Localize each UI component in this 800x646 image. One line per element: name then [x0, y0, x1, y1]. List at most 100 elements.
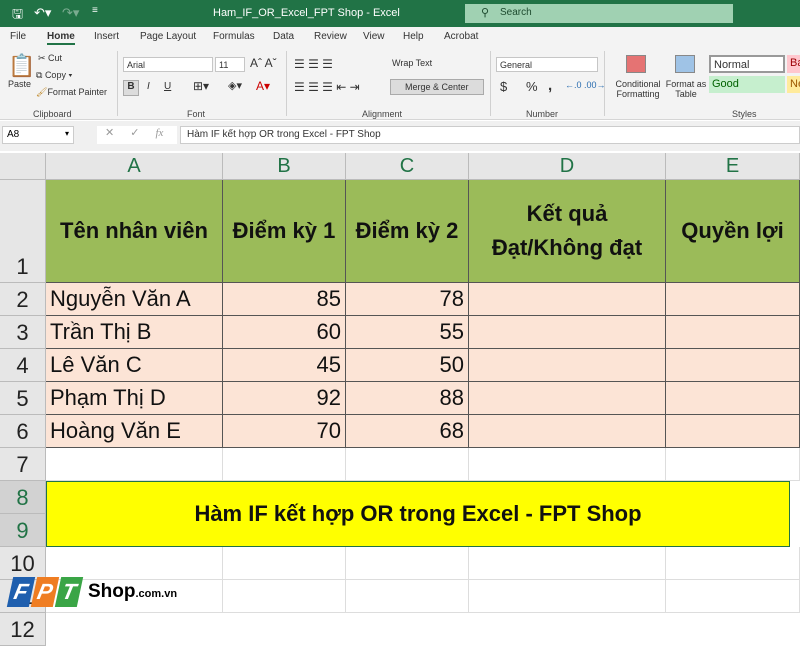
- cut-button[interactable]: ✂ Cut: [38, 53, 62, 64]
- tab-formulas[interactable]: Formulas: [213, 31, 255, 42]
- cell-score1[interactable]: 70: [223, 415, 346, 448]
- font-name-dropdown[interactable]: Arial: [123, 57, 213, 72]
- row-header-3[interactable]: 3: [0, 316, 46, 349]
- cell-b11[interactable]: [223, 580, 346, 613]
- cell-score1[interactable]: 92: [223, 382, 346, 415]
- cell-result[interactable]: [469, 415, 666, 448]
- font-size-increase-icon[interactable]: Aˆ Aˇ: [250, 56, 277, 70]
- tab-acrobat[interactable]: Acrobat: [444, 31, 478, 42]
- align-left-icon[interactable]: ☰ ☰ ☰ ⇤ ⇥: [294, 80, 360, 94]
- row-header-7[interactable]: 7: [0, 448, 46, 481]
- row-header-4[interactable]: 4: [0, 349, 46, 382]
- header-cell-benefit[interactable]: Quyền lợi: [666, 180, 800, 283]
- column-header-a[interactable]: A: [46, 153, 223, 180]
- header-cell-result[interactable]: Kết quả Đạt/Không đạt: [469, 180, 666, 283]
- column-header-d[interactable]: D: [469, 153, 666, 180]
- cell-result[interactable]: [469, 382, 666, 415]
- header-cell-score2[interactable]: Điểm kỳ 2: [346, 180, 469, 283]
- cell-b7[interactable]: [223, 448, 346, 481]
- cell-d10[interactable]: [469, 547, 666, 580]
- number-format-dropdown[interactable]: General: [496, 57, 598, 72]
- style-neutral[interactable]: Ne: [787, 76, 800, 93]
- undo-icon[interactable]: ↶▾: [34, 5, 51, 21]
- fill-color-icon[interactable]: ◈▾: [228, 79, 242, 92]
- tab-file[interactable]: File: [10, 31, 26, 42]
- cell-d11[interactable]: [469, 580, 666, 613]
- format-as-table-button[interactable]: Format as Table: [665, 79, 707, 99]
- tab-home[interactable]: Home: [47, 31, 75, 45]
- cell-score2[interactable]: 50: [346, 349, 469, 382]
- cell-name[interactable]: Phạm Thị D: [46, 382, 223, 415]
- column-header-b[interactable]: B: [223, 153, 346, 180]
- cell-name[interactable]: Trần Thị B: [46, 316, 223, 349]
- cell-name[interactable]: Hoàng Văn E: [46, 415, 223, 448]
- decimal-icons[interactable]: ←.0 .00→: [565, 80, 606, 90]
- column-header-c[interactable]: C: [346, 153, 469, 180]
- wrap-text-button[interactable]: Wrap Text: [392, 58, 432, 68]
- cell-score2[interactable]: 88: [346, 382, 469, 415]
- search-box[interactable]: ⚲ Search: [465, 4, 733, 23]
- cell-score2[interactable]: 68: [346, 415, 469, 448]
- style-normal[interactable]: Normal: [709, 55, 785, 73]
- font-color-icon[interactable]: A▾: [256, 79, 270, 93]
- cell-score1[interactable]: 60: [223, 316, 346, 349]
- cell-result[interactable]: [469, 283, 666, 316]
- cell-benefit[interactable]: [666, 415, 800, 448]
- cell-score2[interactable]: 55: [346, 316, 469, 349]
- tab-view[interactable]: View: [363, 31, 385, 42]
- cell-result[interactable]: [469, 316, 666, 349]
- row-header-2[interactable]: 2: [0, 283, 46, 316]
- row-header-12[interactable]: 12: [0, 613, 46, 646]
- cell-benefit[interactable]: [666, 349, 800, 382]
- header-cell-score1[interactable]: Điểm kỳ 1: [223, 180, 346, 283]
- tab-page-layout[interactable]: Page Layout: [140, 31, 196, 42]
- merged-banner-cell[interactable]: Hàm IF kết hợp OR trong Excel - FPT Shop: [46, 481, 790, 547]
- font-size-dropdown[interactable]: 11: [215, 57, 245, 72]
- cell-benefit[interactable]: [666, 316, 800, 349]
- insert-function-button[interactable]: fx: [155, 127, 163, 139]
- row-header-6[interactable]: 6: [0, 415, 46, 448]
- cell-e10[interactable]: [666, 547, 800, 580]
- borders-icon[interactable]: ⊞▾: [193, 79, 209, 93]
- cell-b10[interactable]: [223, 547, 346, 580]
- redo-icon[interactable]: ↷▾: [62, 5, 79, 21]
- cell-score1[interactable]: 45: [223, 349, 346, 382]
- tab-help[interactable]: Help: [403, 31, 424, 42]
- underline-button[interactable]: U: [164, 81, 171, 92]
- cell-name[interactable]: Lê Văn C: [46, 349, 223, 382]
- comma-button[interactable]: ,: [548, 77, 552, 94]
- formula-input[interactable]: Hàm IF kết hợp OR trong Excel - FPT Shop: [180, 126, 800, 144]
- cell-c10[interactable]: [346, 547, 469, 580]
- style-good[interactable]: Good: [709, 76, 785, 93]
- cell-e11[interactable]: [666, 580, 800, 613]
- cell-e7[interactable]: [666, 448, 800, 481]
- cell-a7[interactable]: [46, 448, 223, 481]
- cell-benefit[interactable]: [666, 382, 800, 415]
- cell-score2[interactable]: 78: [346, 283, 469, 316]
- copy-button[interactable]: ⧉ Copy ▾: [36, 70, 72, 81]
- cell-score1[interactable]: 85: [223, 283, 346, 316]
- save-icon[interactable]: 🖫: [12, 5, 23, 27]
- percent-button[interactable]: %: [526, 79, 538, 94]
- customize-qat-icon[interactable]: ≡: [92, 5, 98, 16]
- bold-button[interactable]: B: [123, 80, 139, 96]
- italic-button[interactable]: I: [147, 81, 150, 92]
- select-all-corner[interactable]: [0, 153, 46, 180]
- cell-benefit[interactable]: [666, 283, 800, 316]
- row-header-8[interactable]: 8: [0, 481, 46, 514]
- cell-c7[interactable]: [346, 448, 469, 481]
- tab-data[interactable]: Data: [273, 31, 294, 42]
- paste-button[interactable]: Paste: [8, 79, 31, 89]
- tab-review[interactable]: Review: [314, 31, 347, 42]
- row-header-9[interactable]: 9: [0, 514, 46, 547]
- row-header-5[interactable]: 5: [0, 382, 46, 415]
- header-cell-name[interactable]: Tên nhân viên: [46, 180, 223, 283]
- tab-insert[interactable]: Insert: [94, 31, 119, 42]
- cell-result[interactable]: [469, 349, 666, 382]
- enter-icon[interactable]: ✓: [130, 127, 139, 139]
- cancel-icon[interactable]: ✕: [105, 127, 114, 139]
- cell-name[interactable]: Nguyễn Văn A: [46, 283, 223, 316]
- style-bad[interactable]: Ba: [787, 55, 800, 73]
- column-header-e[interactable]: E: [666, 153, 800, 180]
- format-painter-button[interactable]: 🖌Format Painter: [36, 87, 107, 98]
